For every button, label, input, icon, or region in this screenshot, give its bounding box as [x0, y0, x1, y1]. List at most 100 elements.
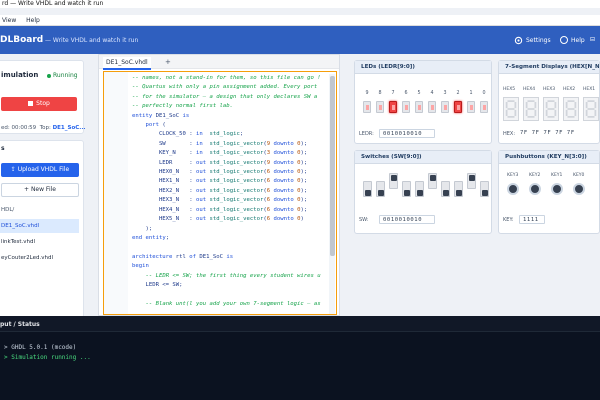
stop-icon [28, 101, 34, 106]
code-line[interactable]: port (​ [132, 121, 321, 130]
led-index: 6 [404, 91, 408, 96]
sw-readout: 0010010010 [379, 215, 435, 224]
upload-vhdl-button[interactable]: ⇪ Upload VHDL File [1, 163, 79, 177]
settings-button[interactable]: Settings [514, 36, 551, 45]
code-line[interactable]: LEDR <= SW;​ [132, 281, 321, 290]
pushbutton-key2[interactable] [529, 183, 541, 195]
file-name: linkTest.vhdl [1, 239, 36, 245]
switches-panel: Switches (SW[9:0]) SW: 0010010010 [354, 150, 492, 234]
new-file-button[interactable]: + New File [1, 183, 79, 197]
code-line[interactable]: KEY_N : in std_logic_vector(3 downto 0);… [132, 149, 321, 158]
code-line[interactable]: -- Blank unt(l you add your own 7-segmen… [132, 300, 320, 309]
sw-label: SW: [359, 217, 369, 223]
hex-digit-label: HEX1 [583, 87, 596, 92]
key-label-key1: KEY1 [551, 173, 563, 178]
switch-2[interactable] [454, 181, 463, 197]
hex-title: 7-Segment Displays (HEX[N_N[6:0]) [499, 61, 599, 74]
hex-readout: 7F 7F 7F 7F 7F [520, 130, 575, 136]
switch-1[interactable] [467, 173, 476, 189]
status-text: Running [53, 72, 78, 79]
led-9 [363, 101, 371, 113]
help-icon [560, 36, 568, 44]
upload-icon: ⇪ [10, 166, 18, 173]
elapsed-time: ed: 00:00:59 Top: DE1_SoC... [1, 125, 86, 131]
switch-5[interactable] [415, 181, 424, 197]
console-text: Simulation running ... [11, 354, 91, 361]
menu-view[interactable]: View [2, 17, 16, 24]
code-line[interactable]: SW : in std_logic_vector(9 downto 0);​ [132, 140, 321, 149]
simulation-card: imulation Running Stop ed: 00:00:59 Top:… [0, 60, 86, 134]
code-area[interactable]: -- names, not a stand-in for them, so th… [103, 71, 337, 315]
console-panel: put / Status > GHDL 5.0.1 (mcode) > Simu… [0, 316, 600, 400]
switch-0[interactable] [480, 181, 489, 197]
code-line[interactable]: -- LEDR <= SW; the first thing every stu… [132, 272, 320, 281]
board-panel: LEDs (LEDR[9:0]) 9 8 7 6 5 4 3 2 1 0 LEDR: 001001… [348, 54, 600, 316]
led-1 [467, 101, 475, 113]
file-item-linktest[interactable]: linkTest.vhdl [0, 235, 79, 249]
editor-scrollbar-thumb[interactable] [330, 76, 335, 256]
upload-label: Upload VHDL File [17, 166, 70, 173]
code-line[interactable]: HEX4_N : out std_logic_vector(6 downto 0… [132, 206, 321, 215]
led-7 [389, 101, 397, 113]
running-dot-icon [47, 73, 51, 78]
code-line[interactable]: HEX2_N : out std_logic_vector(6 downto 0… [132, 187, 321, 196]
pushbutton-key0[interactable] [573, 183, 585, 195]
plus-icon: + [24, 186, 31, 193]
code-text[interactable]: -- names, not a stand-in for them, so th… [132, 74, 321, 309]
code-line[interactable]: -- perfectly normal first lab.​ [132, 102, 321, 111]
led-0 [480, 101, 488, 113]
file-tree-root: HDL/ [1, 207, 15, 213]
tab-de1-soc[interactable]: DE1_SoC.vhdl [103, 57, 151, 70]
code-line[interactable]: LEDR : out std_logic_vector(9 downto 0);… [132, 159, 321, 168]
add-tab-button[interactable]: + [165, 58, 171, 66]
switch-8[interactable] [376, 181, 385, 197]
key-readout: 1111 [519, 215, 545, 224]
switches-title: Switches (SW[9:0]) [355, 151, 491, 164]
file-item-keycounter[interactable]: eyCouter2Led.vhdl [0, 251, 79, 265]
switch-9[interactable] [363, 181, 372, 197]
code-line[interactable]: entity DE1_SoC is​ [132, 112, 321, 121]
pushbutton-key1[interactable] [551, 183, 563, 195]
keys-panel: Pushbuttons (KEY_N[3:0]) KEY3 KEY2 KEY1 KEY… [498, 150, 600, 234]
help-label: Help [571, 36, 585, 44]
led-4 [428, 101, 436, 113]
code-line[interactable]: ​ [132, 290, 321, 299]
code-line[interactable]: architecture rtl of DE1_SoC is​ [132, 253, 321, 262]
seven-segment-hex1 [583, 97, 599, 121]
code-line[interactable]: HEX5_N : out std_logic_vector(6 downto 0… [132, 215, 321, 224]
pin-button[interactable]: ⊟ [590, 36, 595, 43]
top-label: Top: [39, 125, 51, 131]
switch-6[interactable] [402, 181, 411, 197]
code-line[interactable]: -- Quartus with only a pin assignment ad… [132, 83, 321, 92]
gear-icon [514, 36, 523, 45]
seven-segment-hex2 [563, 97, 579, 121]
led-index: 4 [430, 91, 434, 96]
top-entity-link[interactable]: DE1_SoC... [53, 125, 86, 131]
code-line[interactable]: begin​ [132, 262, 321, 271]
switch-4[interactable] [428, 173, 437, 189]
led-index: 1 [469, 91, 473, 96]
led-5 [415, 101, 423, 113]
pushbutton-key3[interactable] [507, 183, 519, 195]
stop-button[interactable]: Stop [1, 97, 77, 111]
app-brand: DLBoard [0, 35, 44, 45]
files-card: s ⇪ Upload VHDL File + New File HDL/ DE1… [0, 140, 84, 318]
code-line[interactable]: -- names, not a stand-in for them, so th… [132, 74, 321, 83]
switch-7[interactable] [389, 173, 398, 189]
leds-panel: LEDs (LEDR[9:0]) 9 8 7 6 5 4 3 2 1 0 LEDR: 001001… [354, 60, 492, 144]
seven-segment-hex3 [543, 97, 559, 121]
code-line[interactable]: end entity;​ [132, 234, 321, 243]
code-line[interactable]: );​ [132, 225, 321, 234]
menu-help[interactable]: Help [26, 17, 40, 24]
code-line[interactable]: HEX1_N : out std_logic_vector(6 downto 0… [132, 177, 321, 186]
code-line[interactable]: -- for the simulator — a design that onl… [132, 93, 321, 102]
switch-3[interactable] [441, 181, 450, 197]
code-line[interactable]: HEX3_N : out std_logic_vector(6 downto 0… [132, 196, 321, 205]
file-item-de1-soc[interactable]: DE1_SoC.vhdl [0, 219, 79, 233]
new-file-label: New File [30, 186, 56, 193]
help-button[interactable]: Help [560, 36, 585, 44]
led-index: 5 [417, 91, 421, 96]
code-line[interactable]: HEX0_N : out std_logic_vector(6 downto 0… [132, 168, 321, 177]
code-line[interactable]: ​ [132, 243, 321, 252]
code-line[interactable]: CLOCK_50 : in std_logic;​ [132, 130, 321, 139]
